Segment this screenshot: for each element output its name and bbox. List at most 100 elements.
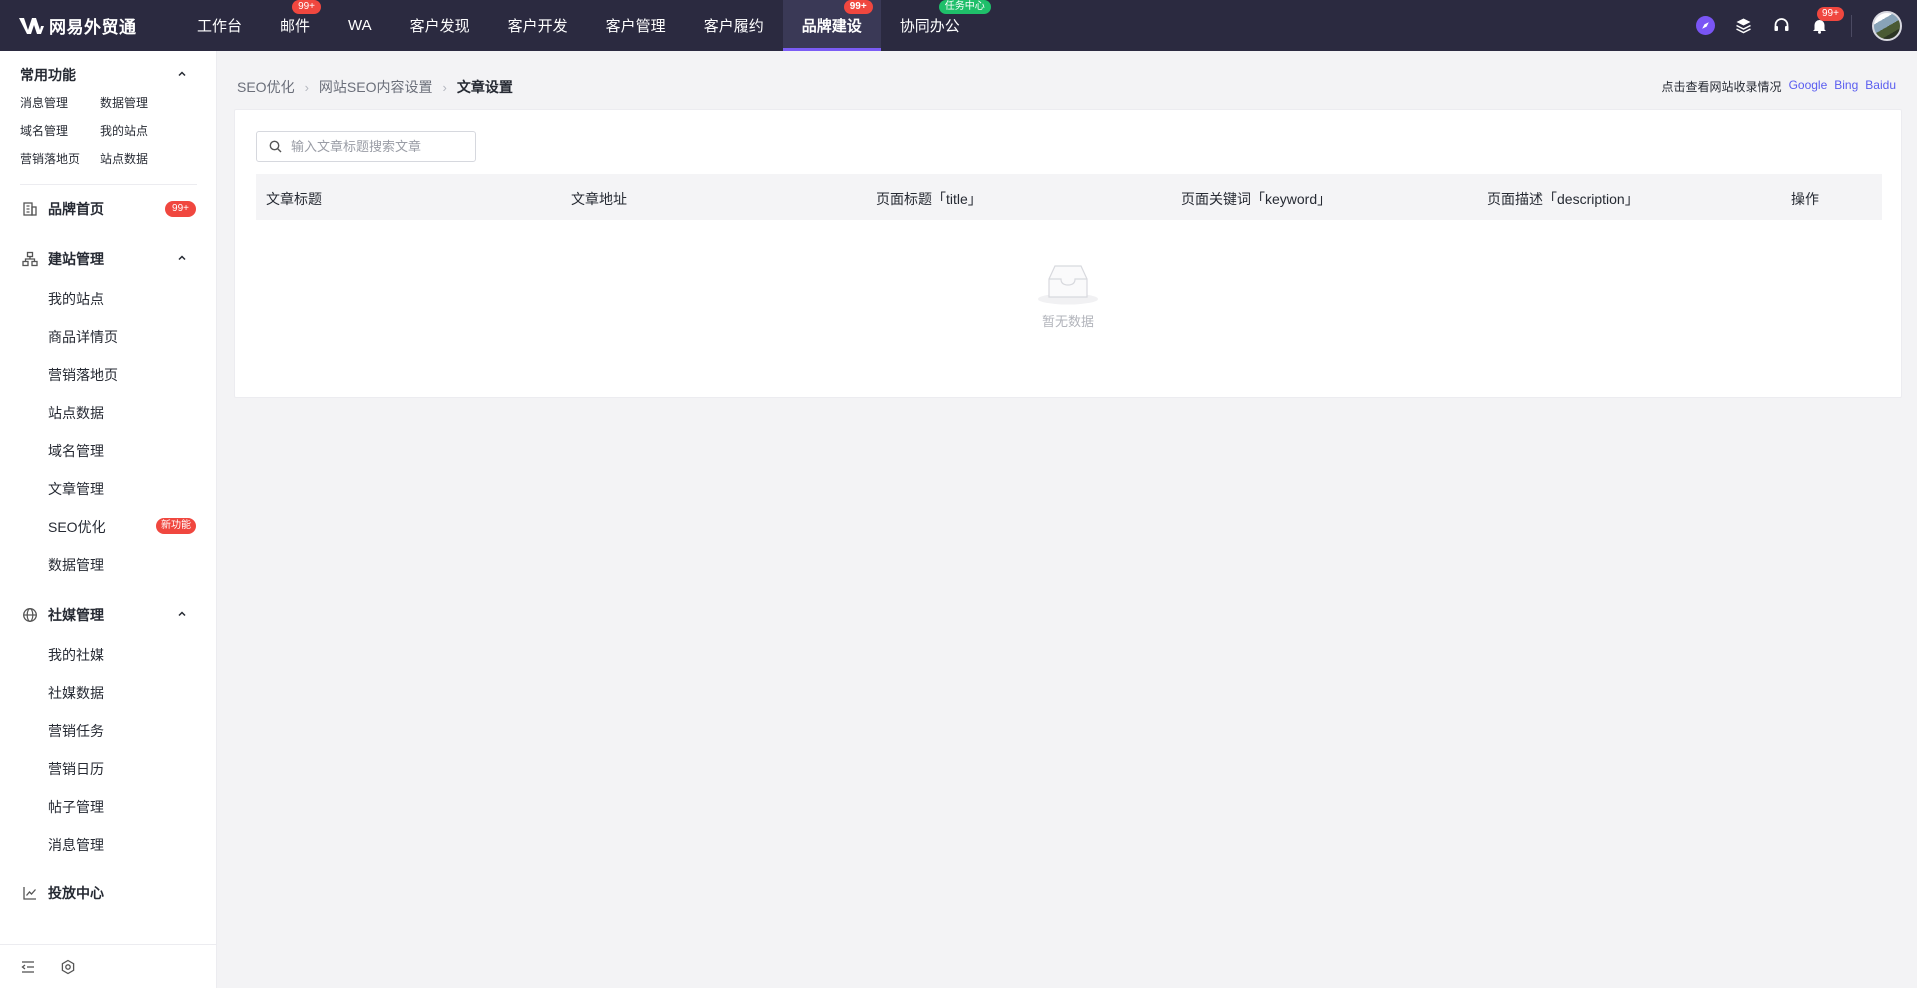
- brand-count-badge: 99+: [843, 0, 873, 14]
- compass-button[interactable]: [1695, 16, 1715, 36]
- sidebar-item-articles[interactable]: 文章管理: [48, 479, 104, 499]
- sidebar-item-marketing-tasks[interactable]: 营销任务: [48, 721, 104, 741]
- chevron-up-icon[interactable]: [176, 68, 188, 80]
- collapse-menu-icon[interactable]: [20, 959, 36, 975]
- nav-label: 客户管理: [605, 18, 666, 35]
- logo-icon: [19, 17, 44, 34]
- column-header: 文章标题: [266, 191, 322, 207]
- nav-label: 客户开发: [507, 18, 568, 35]
- sidebar-divider: [20, 184, 197, 185]
- layers-button[interactable]: [1733, 16, 1753, 36]
- nav-label: 工作台: [197, 18, 243, 35]
- chevron-up-icon[interactable]: [176, 608, 188, 620]
- breadcrumb: SEO优化 › 网站SEO内容设置 › 文章设置: [237, 77, 513, 97]
- quick-link[interactable]: 站点数据: [100, 150, 148, 167]
- baidu-link[interactable]: Baidu: [1865, 78, 1896, 95]
- sidebar-item-seo[interactable]: SEO优化: [48, 517, 106, 537]
- building-icon: [23, 202, 37, 216]
- quick-link[interactable]: 域名管理: [20, 122, 68, 139]
- sidebar-item-landing-page[interactable]: 营销落地页: [48, 365, 118, 385]
- breadcrumb-current: 文章设置: [456, 79, 513, 95]
- sidebar-group-social-management[interactable]: 社媒管理: [22, 605, 104, 625]
- column-header: 页面标题「title」: [876, 191, 982, 207]
- notifications-button[interactable]: 99+: [1809, 6, 1844, 36]
- column-header: 文章地址: [571, 191, 627, 207]
- support-button[interactable]: [1771, 16, 1791, 36]
- nav-customer-management[interactable]: 客户管理: [587, 0, 685, 51]
- sitemap-icon: [22, 251, 38, 267]
- indexing-links: 点击查看网站收录情况 Google Bing Baidu: [1662, 78, 1896, 95]
- sidebar-item-my-social[interactable]: 我的社媒: [48, 645, 104, 665]
- nav-label: 客户发现: [409, 18, 470, 35]
- bing-link[interactable]: Bing: [1834, 78, 1858, 95]
- quick-link[interactable]: 消息管理: [20, 94, 68, 111]
- nav-collaboration[interactable]: 协同办公 任务中心: [881, 0, 991, 51]
- sidebar-item-site-data[interactable]: 站点数据: [48, 403, 104, 423]
- google-link[interactable]: Google: [1789, 78, 1828, 95]
- sidebar: 常用功能 消息管理 数据管理 域名管理 我的站点 营销落地页 站点数据 品牌首页…: [0, 51, 217, 988]
- column-header: 页面描述「description」: [1487, 191, 1639, 207]
- top-right-toolbar: 99+: [1677, 0, 1917, 51]
- sidebar-item-posts[interactable]: 帖子管理: [48, 797, 104, 817]
- nav-label: 邮件: [280, 18, 311, 35]
- compass-icon: [1695, 16, 1715, 35]
- globe-icon: [23, 608, 37, 622]
- nav-label: WA: [348, 17, 372, 34]
- chart-icon: [23, 887, 36, 900]
- main-nav: 工作台 邮件 99+ WA 客户发现 客户开发 客户管理 客户履约 品牌建设 99+…: [178, 0, 991, 51]
- sidebar-group-site-management[interactable]: 建站管理: [22, 249, 104, 269]
- sidebar-item-marketing-calendar[interactable]: 营销日历: [48, 759, 104, 779]
- search-icon: [269, 140, 282, 153]
- sidebar-item-messages[interactable]: 消息管理: [48, 835, 104, 855]
- sidebar-footer: [0, 944, 216, 988]
- notification-count-badge: 99+: [1817, 6, 1844, 21]
- column-header: 页面关键词「keyword」: [1181, 191, 1332, 207]
- quick-link[interactable]: 数据管理: [100, 94, 148, 111]
- task-center-badge: 任务中心: [938, 0, 991, 14]
- user-avatar[interactable]: [1872, 10, 1902, 41]
- nav-customer-discovery[interactable]: 客户发现: [391, 0, 489, 51]
- nav-customer-development[interactable]: 客户开发: [489, 0, 587, 51]
- sidebar-item-data-management[interactable]: 数据管理: [48, 555, 104, 575]
- sidebar-item-social-data[interactable]: 社媒数据: [48, 683, 104, 703]
- column-header: 操作: [1791, 191, 1819, 207]
- nav-mail[interactable]: 邮件 99+: [261, 0, 329, 51]
- toolbar-divider: [1851, 14, 1852, 37]
- quick-link[interactable]: 我的站点: [100, 122, 148, 139]
- app-logo[interactable]: 网易外贸通: [19, 13, 173, 38]
- sidebar-group-label: 品牌首页: [48, 201, 104, 217]
- nav-brand-building[interactable]: 品牌建设 99+: [782, 0, 881, 51]
- quick-link[interactable]: 营销落地页: [20, 150, 80, 167]
- breadcrumb-separator: ›: [442, 79, 447, 95]
- article-settings-card: 文章标题 文章地址 页面标题「title」 页面关键词「keyword」 页面描…: [234, 109, 1902, 398]
- breadcrumb-separator: ›: [304, 79, 309, 95]
- sidebar-item-domain[interactable]: 域名管理: [48, 441, 104, 461]
- breadcrumb-seo[interactable]: SEO优化: [237, 77, 295, 97]
- headset-icon: [1774, 18, 1788, 31]
- new-feature-badge: 新功能: [156, 518, 196, 534]
- table-header: 文章标题 文章地址 页面标题「title」 页面关键词「keyword」 页面描…: [256, 174, 1882, 220]
- breadcrumb-site-seo-settings[interactable]: 网站SEO内容设置: [319, 77, 433, 97]
- empty-inbox-icon: [1038, 265, 1098, 305]
- empty-text: 暂无数据: [1041, 314, 1094, 329]
- sidebar-group-label: 建站管理: [48, 251, 104, 267]
- sidebar-item-my-sites[interactable]: 我的站点: [48, 289, 104, 309]
- article-search-input[interactable]: [291, 139, 466, 154]
- chevron-up-icon[interactable]: [176, 252, 188, 264]
- brand-name: 网易外贸通: [49, 18, 137, 37]
- nav-workbench[interactable]: 工作台: [178, 0, 261, 51]
- nav-label: 客户履约: [703, 18, 764, 35]
- sidebar-item-product-detail[interactable]: 商品详情页: [48, 327, 118, 347]
- empty-state: 暂无数据: [235, 262, 1901, 330]
- nav-customer-fulfillment[interactable]: 客户履约: [685, 0, 783, 51]
- top-navbar: 网易外贸通 工作台 邮件 99+ WA 客户发现 客户开发 客户管理 客户履约 品…: [0, 0, 1917, 51]
- sidebar-group-label: 投放中心: [48, 885, 104, 901]
- brand-home-badge: 99+: [165, 201, 196, 217]
- nav-label: 品牌建设: [801, 18, 862, 35]
- sidebar-item-brand-home[interactable]: 品牌首页: [22, 199, 104, 219]
- nav-label: 协同办公: [899, 18, 960, 35]
- common-functions-title: 常用功能: [20, 67, 76, 83]
- gear-icon[interactable]: [60, 959, 76, 975]
- sidebar-item-ads-center[interactable]: 投放中心: [22, 883, 104, 903]
- nav-wa[interactable]: WA: [329, 0, 391, 51]
